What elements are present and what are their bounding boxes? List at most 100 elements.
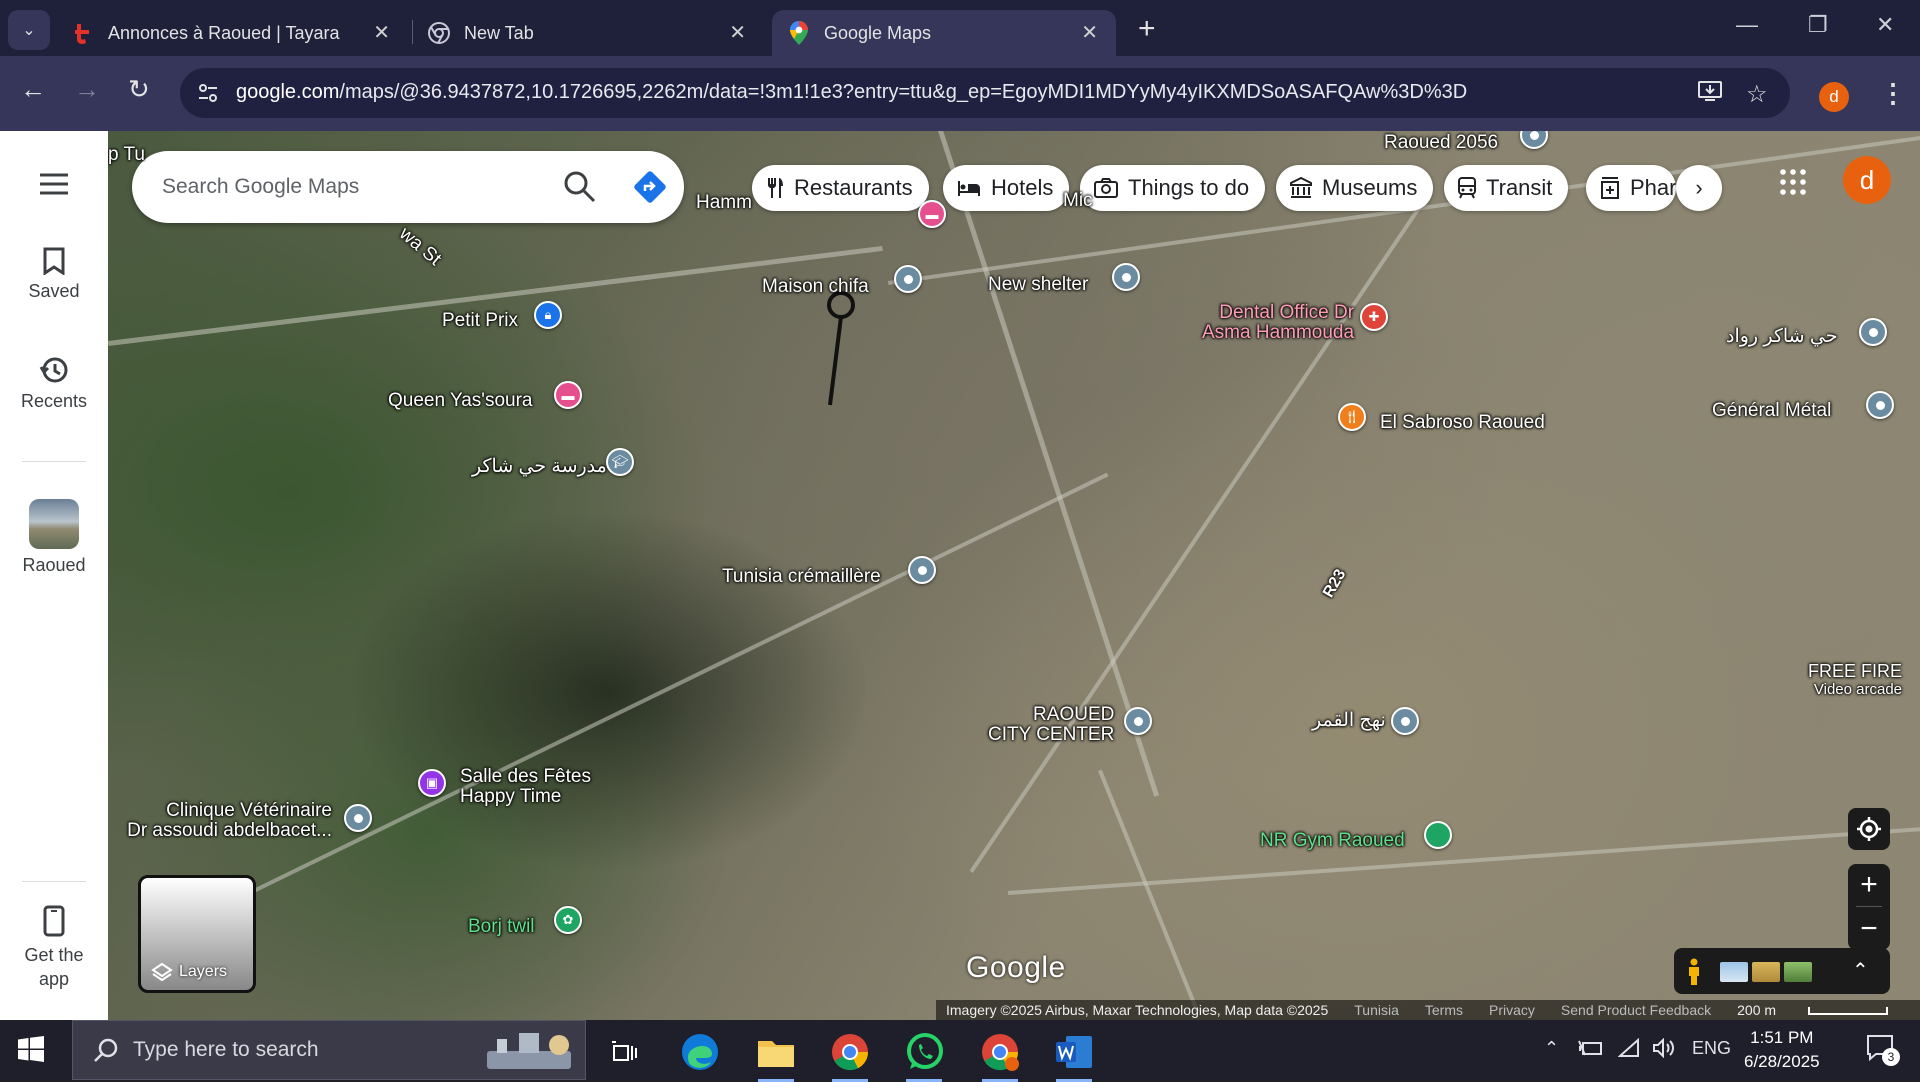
saved-button[interactable]: Saved [0, 247, 108, 302]
place-pin[interactable] [1391, 707, 1419, 735]
chip-things-to-do[interactable]: Things to do [1080, 165, 1266, 211]
place-pin[interactable] [908, 556, 936, 584]
tab-new-tab[interactable]: New Tab ✕ [412, 10, 764, 56]
bookmark-star-icon[interactable]: ☆ [1746, 80, 1768, 109]
wifi-icon[interactable] [1617, 1037, 1640, 1063]
place-label-queen[interactable]: Queen Yas'soura [388, 391, 532, 411]
close-icon[interactable]: ✕ [1081, 20, 1098, 45]
hotel-pin[interactable]: ▬ [918, 200, 946, 228]
feedback-link[interactable]: Send Product Feedback [1561, 1002, 1711, 1018]
place-label-maison-chifa[interactable]: Maison chifa [762, 277, 869, 297]
install-app-icon[interactable] [1698, 80, 1722, 109]
satellite-thumbnail[interactable] [1784, 962, 1812, 982]
taskbar-search[interactable]: Type here to search [72, 1020, 586, 1080]
pegman-icon[interactable] [1684, 958, 1704, 986]
park-pin[interactable]: ✿ [554, 906, 582, 934]
expand-chevron-icon[interactable]: ⌃ [1852, 958, 1869, 983]
notifications-button[interactable]: 3 [1866, 1034, 1900, 1067]
system-clock[interactable]: 1:51 PM 6/28/2025 [1744, 1026, 1820, 1074]
word-app[interactable] [1050, 1028, 1098, 1082]
hotel-pin[interactable]: ▬ [554, 381, 582, 409]
event-venue-pin[interactable]: ▣ [418, 769, 446, 797]
my-location-button[interactable] [1848, 808, 1890, 850]
map-type-thumbnail[interactable] [1720, 962, 1748, 982]
chrome-profile-app[interactable] [976, 1028, 1024, 1082]
directions-icon[interactable] [632, 169, 668, 210]
place-label-general-metal[interactable]: Général Métal [1712, 401, 1831, 421]
whatsapp-app[interactable] [900, 1028, 948, 1082]
menu-button[interactable] [0, 173, 108, 201]
place-pin[interactable] [1859, 318, 1887, 346]
reload-icon[interactable]: ↻ [128, 74, 150, 105]
place-label-new-shelter[interactable]: New shelter [988, 275, 1088, 295]
place-label-tunisia-cremaillere[interactable]: Tunisia crémaillère [722, 567, 881, 587]
scale-indicator[interactable]: 200 m [1737, 1002, 1914, 1018]
chip-transit[interactable]: Transit [1444, 165, 1569, 211]
recent-place-raoued[interactable]: Raoued [0, 499, 108, 576]
new-tab-button[interactable]: + [1138, 12, 1156, 46]
browser-profile-avatar[interactable]: d [1819, 82, 1849, 112]
task-view-button[interactable] [600, 1028, 648, 1076]
dental-pin[interactable]: ✚ [1360, 303, 1388, 331]
get-app-button[interactable]: Get the app [0, 905, 108, 991]
forward-arrow-icon[interactable]: → [74, 74, 100, 105]
tab-google-maps[interactable]: Google Maps ✕ [772, 10, 1116, 56]
site-info-icon[interactable] [196, 81, 220, 105]
search-input[interactable] [162, 169, 522, 205]
google-account-avatar[interactable]: d [1843, 156, 1891, 204]
show-hidden-icons-chevron-icon[interactable]: ⌃ [1544, 1038, 1559, 1059]
place-label-madrasa[interactable]: مدرسة حي شاكر [472, 457, 607, 477]
place-pin[interactable] [894, 265, 922, 293]
place-label-petit-prix[interactable]: Petit Prix [442, 311, 518, 331]
place-label-salle-des-fetes[interactable]: Salle des Fêtes Happy Time [460, 767, 591, 807]
recents-button[interactable]: Recents [0, 355, 108, 412]
volume-icon[interactable] [1652, 1037, 1676, 1063]
place-label-borj-twil[interactable]: Borj twil [468, 917, 535, 937]
tab-tayara[interactable]: Annonces à Raoued | Tayara ✕ [56, 10, 408, 56]
place-label-nahj-al-qamar[interactable]: نهج القمر [1312, 711, 1386, 731]
zoom-out-button[interactable]: − [1848, 908, 1890, 950]
chip-restaurants[interactable]: Restaurants [752, 165, 929, 211]
place-pin[interactable] [1866, 391, 1894, 419]
place-label-dental-office[interactable]: Dental Office Dr Asma Hammouda [1202, 303, 1354, 343]
privacy-link[interactable]: Privacy [1489, 1002, 1535, 1018]
chrome-app[interactable] [826, 1028, 874, 1082]
chip-museums[interactable]: Museums [1276, 165, 1434, 211]
place-label-el-sabroso[interactable]: El Sabroso Raoued [1380, 413, 1545, 433]
map-canvas[interactable]: Restaurants Hotels Things to do Museums … [108, 131, 1920, 1020]
place-pin[interactable] [1520, 131, 1548, 149]
place-label-nr-gym[interactable]: NR Gym Raoued [1260, 831, 1405, 851]
terrain-thumbnail[interactable] [1752, 962, 1780, 982]
file-explorer-app[interactable] [752, 1028, 800, 1082]
back-arrow-icon[interactable]: ← [20, 74, 46, 105]
place-label-clinique-veterinaire[interactable]: Clinique Vétérinaire Dr assoudi abdelbace… [108, 801, 332, 841]
close-icon[interactable]: ✕ [373, 20, 390, 45]
tab-search-button[interactable]: ⌄ [8, 10, 50, 50]
restore-icon[interactable]: ❐ [1808, 12, 1828, 38]
place-label-free-fire[interactable]: FREE FIRE Video arcade [1808, 662, 1902, 698]
chip-hotels[interactable]: Hotels [943, 165, 1070, 211]
edge-app[interactable] [676, 1028, 724, 1076]
place-label-raoued-city-center[interactable]: RAOUED CITY CENTER [988, 705, 1114, 745]
chip-pharmacies[interactable]: Phar [1586, 165, 1676, 211]
layers-button[interactable]: Layers [138, 875, 256, 993]
address-bar[interactable]: google.com/maps/@36.9437872,10.1726695,2… [180, 68, 1790, 118]
google-apps-icon[interactable] [1780, 169, 1806, 200]
place-label-raoued-2056[interactable]: Raoued 2056 [1384, 133, 1498, 153]
place-pin[interactable] [1124, 707, 1152, 735]
input-language[interactable]: ENG [1692, 1038, 1731, 1059]
chips-scroll-right-button[interactable]: › [1676, 165, 1722, 211]
shopping-pin[interactable]: 🔒︎ [534, 301, 562, 329]
gym-pin[interactable] [1424, 821, 1452, 849]
battery-icon[interactable] [1578, 1038, 1604, 1063]
country-link[interactable]: Tunisia [1354, 1002, 1399, 1018]
windows-start-icon[interactable] [18, 1036, 44, 1067]
restaurant-pin[interactable]: 🍴︎ [1338, 403, 1366, 431]
more-options-icon[interactable]: ⋮ [1880, 78, 1906, 109]
zoom-in-button[interactable]: + [1848, 864, 1890, 906]
close-icon[interactable]: ✕ [729, 20, 746, 45]
terms-link[interactable]: Terms [1425, 1002, 1463, 1018]
window-close-icon[interactable]: ✕ [1876, 12, 1894, 38]
place-label-hay-chaker-rawad[interactable]: حي شاكر رواد [1726, 327, 1837, 347]
minimize-icon[interactable]: — [1736, 12, 1758, 38]
